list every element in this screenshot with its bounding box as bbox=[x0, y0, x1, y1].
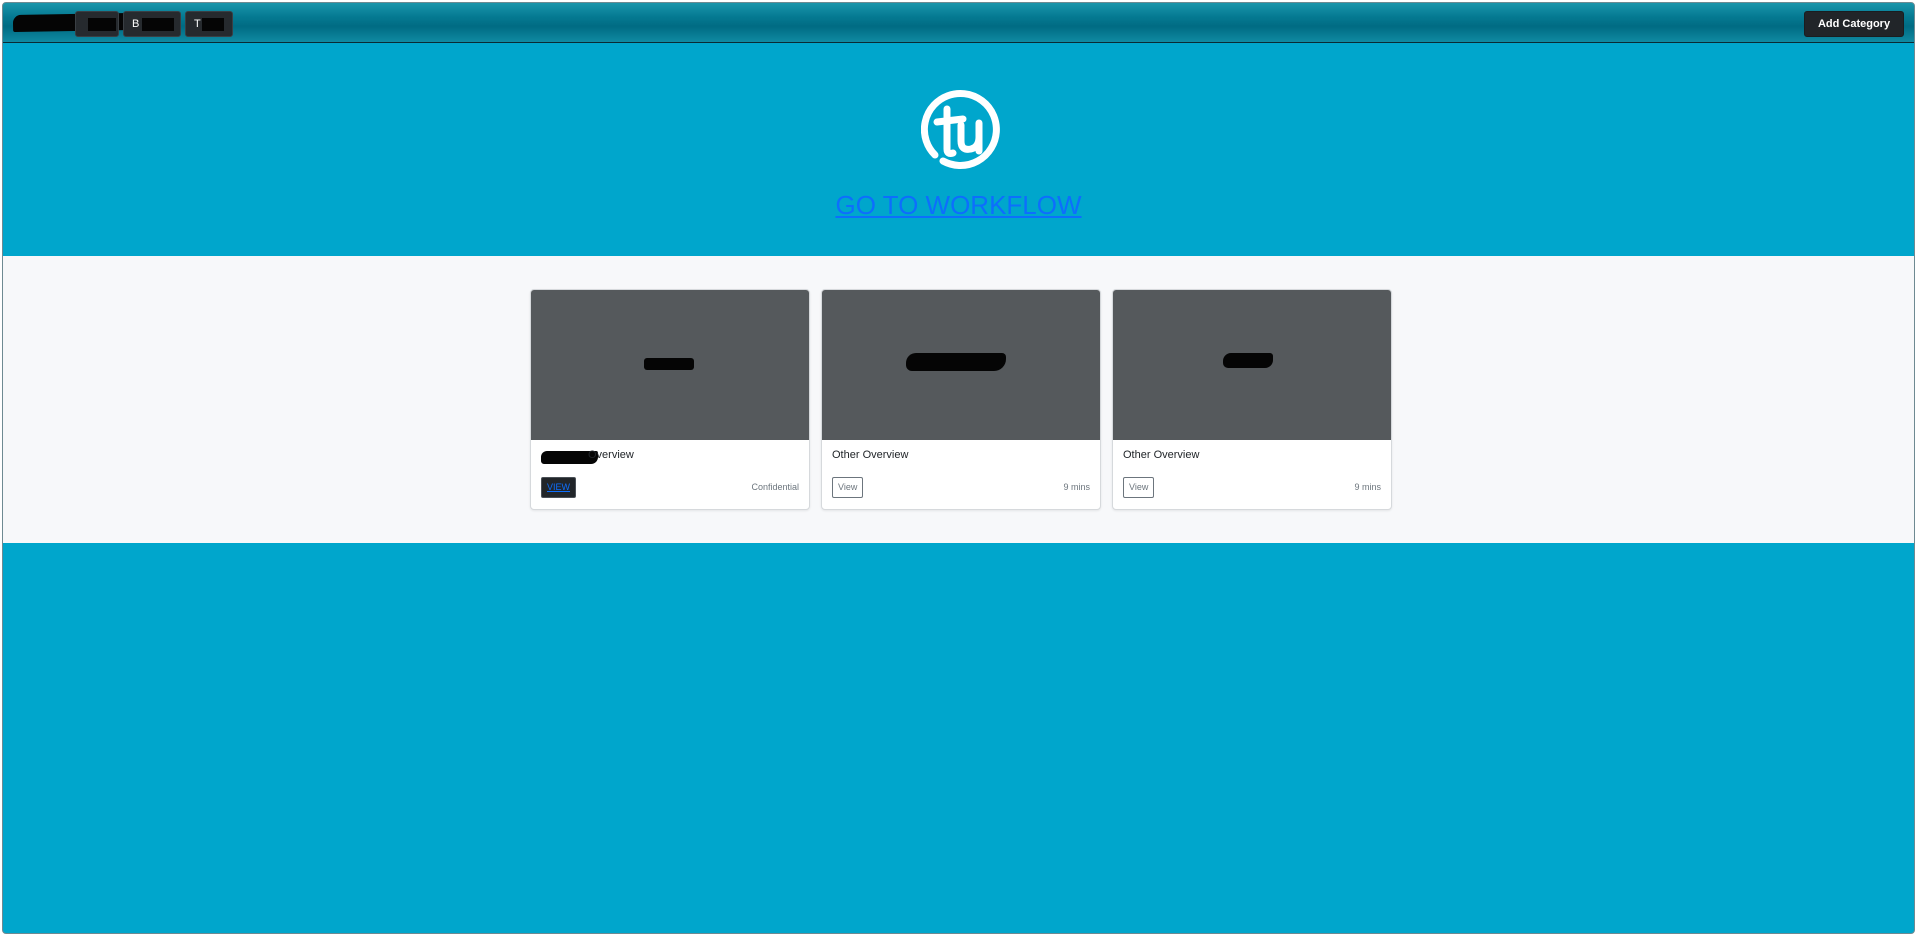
card-meta: Confidential bbox=[751, 482, 799, 492]
card: Overview VIEW Confidential bbox=[530, 289, 810, 510]
nav-button-2-label: B bbox=[132, 18, 140, 30]
card-title: Overview bbox=[588, 449, 634, 461]
card-thumbnail bbox=[822, 290, 1100, 440]
card-meta: 9 mins bbox=[1063, 482, 1090, 492]
cards-section: Overview VIEW Confidential Other Overvie… bbox=[3, 256, 1914, 543]
nav-button-2[interactable]: B bbox=[123, 11, 181, 37]
redacted-text bbox=[88, 18, 116, 31]
card-thumbnail bbox=[1113, 290, 1391, 440]
nav-button-3[interactable]: T bbox=[185, 11, 233, 37]
transunion-logo bbox=[921, 90, 1000, 169]
card: Other Overview View 9 mins bbox=[821, 289, 1101, 510]
nav-button-3-label: T bbox=[194, 18, 201, 30]
card-title: Other Overview bbox=[832, 449, 909, 461]
view-button[interactable]: VIEW bbox=[541, 477, 577, 498]
view-button[interactable]: View bbox=[832, 477, 864, 498]
redacted-text bbox=[202, 18, 224, 31]
view-button[interactable]: View bbox=[1123, 477, 1155, 498]
redacted-text bbox=[1223, 353, 1273, 368]
redacted-text bbox=[644, 358, 694, 370]
card-thumbnail bbox=[531, 290, 809, 440]
redacted-text bbox=[906, 353, 1006, 371]
hero-section: GO TO WORKFLOW bbox=[3, 43, 1914, 256]
top-navbar: B T Add Category bbox=[3, 3, 1914, 43]
go-to-workflow-link[interactable]: GO TO WORKFLOW bbox=[3, 190, 1914, 221]
app-window: B T Add Category GO TO WORKFLOW Overview… bbox=[2, 2, 1915, 934]
add-category-button[interactable]: Add Category bbox=[1804, 11, 1904, 37]
card: Other Overview View 9 mins bbox=[1112, 289, 1392, 510]
redacted-text bbox=[142, 18, 174, 31]
nav-button-1[interactable] bbox=[75, 11, 119, 37]
card-meta: 9 mins bbox=[1354, 482, 1381, 492]
card-title: Other Overview bbox=[1123, 449, 1200, 461]
